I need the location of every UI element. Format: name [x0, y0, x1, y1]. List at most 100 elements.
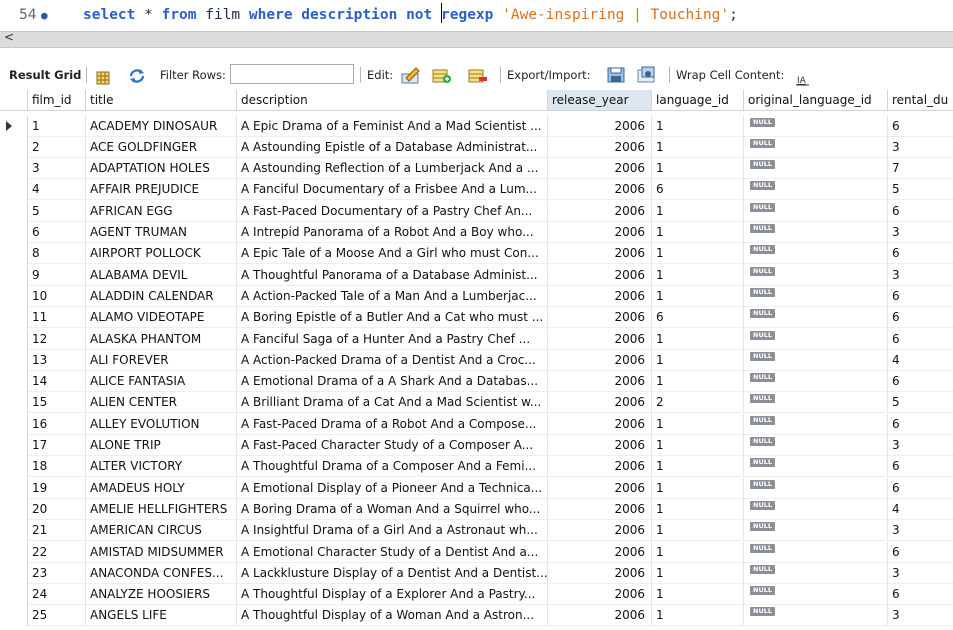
cell-description[interactable]: A Epic Drama of a Feminist And a Mad Sci…	[237, 115, 548, 137]
cell-language-id[interactable]: 1	[652, 456, 744, 478]
cell-release-year[interactable]: 2006	[548, 584, 652, 606]
cell-rental-du[interactable]: 3	[888, 222, 953, 243]
cell-title[interactable]: ALLEY EVOLUTION	[86, 413, 237, 435]
cell-rental-du[interactable]: 6	[888, 456, 953, 478]
row-header[interactable]	[0, 264, 28, 286]
cell-original-language-id[interactable]: NULL	[744, 264, 888, 286]
table-row[interactable]: 25 ANGELS LIFE A Thoughtful Display of a W…	[0, 605, 953, 627]
cell-title[interactable]: ALABAMA DEVIL	[86, 264, 237, 286]
table-row[interactable]: 3 ADAPTATION HOLES A Astounding Reflection…	[0, 158, 953, 180]
cell-description[interactable]: A Thoughtful Panorama of a Database Admi…	[237, 264, 548, 286]
cell-language-id[interactable]: 1	[652, 605, 744, 627]
cell-release-year[interactable]: 2006	[548, 371, 652, 393]
cell-title[interactable]: ALADDIN CALENDAR	[86, 285, 237, 307]
cell-description[interactable]: A Thoughtful Display of a Explorer And a…	[237, 584, 548, 606]
table-row[interactable]: 22 AMISTAD MIDSUMMER A Emotional Character…	[0, 541, 953, 563]
cell-release-year[interactable]: 2006	[548, 392, 652, 414]
cell-title[interactable]: ALIEN CENTER	[86, 392, 237, 414]
cell-title[interactable]: ACE GOLDFINGER	[86, 136, 237, 158]
cell-description[interactable]: A Astounding Epistle of a Database Admin…	[237, 136, 548, 158]
row-header[interactable]	[0, 498, 28, 520]
refresh-icon[interactable]	[128, 67, 146, 83]
cell-release-year[interactable]: 2006	[548, 158, 652, 180]
row-header[interactable]	[0, 605, 28, 627]
cell-film-id[interactable]: 15	[28, 392, 86, 414]
cell-description[interactable]: A Epic Tale of a Moose And a Girl who mu…	[237, 243, 548, 265]
row-header[interactable]	[0, 477, 28, 499]
column-header-title[interactable]: title	[86, 90, 237, 111]
table-row[interactable]: 8 AIRPORT POLLOCK A Epic Tale of a Moose A…	[0, 243, 953, 265]
cell-release-year[interactable]: 2006	[548, 222, 652, 243]
cell-language-id[interactable]: 1	[652, 158, 744, 180]
cell-release-year[interactable]: 2006	[548, 179, 652, 201]
cell-film-id[interactable]: 16	[28, 413, 86, 435]
cell-film-id[interactable]: 1	[28, 115, 86, 137]
table-row[interactable]: 16 ALLEY EVOLUTION A Fast-Paced Drama of a…	[0, 413, 953, 435]
row-header[interactable]	[0, 392, 28, 414]
cell-rental-du[interactable]: 4	[888, 350, 953, 371]
table-row[interactable]: 24 ANALYZE HOOSIERS A Thoughtful Display o…	[0, 584, 953, 606]
cell-rental-du[interactable]: 6	[888, 542, 953, 563]
cell-original-language-id[interactable]: NULL	[744, 541, 888, 563]
cell-description[interactable]: A Boring Epistle of a Butler And a Cat w…	[237, 307, 548, 329]
cell-description[interactable]: A Boring Drama of a Woman And a Squirrel…	[237, 498, 548, 520]
row-header[interactable]	[0, 115, 28, 137]
filter-rows-input[interactable]	[230, 64, 354, 84]
cell-rental-du[interactable]: 6	[888, 243, 953, 265]
table-row[interactable]: 12 ALASKA PHANTOM A Fanciful Saga of a Hun…	[0, 328, 953, 350]
cell-title[interactable]: AIRPORT POLLOCK	[86, 243, 237, 265]
cell-film-id[interactable]: 11	[28, 307, 86, 329]
cell-description[interactable]: A Lackklusture Display of a Dentist And …	[237, 562, 548, 584]
cell-language-id[interactable]: 1	[652, 200, 744, 222]
column-header-rental-du[interactable]: rental_du	[888, 90, 953, 111]
cell-rental-du[interactable]: 7	[888, 158, 953, 180]
cell-language-id[interactable]: 1	[652, 541, 744, 563]
table-row[interactable]: 9 ALABAMA DEVIL A Thoughtful Panorama of a…	[0, 264, 953, 286]
table-row[interactable]: 19 AMADEUS HOLY A Emotional Display of a P…	[0, 477, 953, 499]
cell-film-id[interactable]: 18	[28, 456, 86, 478]
scroll-left-icon[interactable]: <	[4, 30, 14, 44]
cell-title[interactable]: ALICE FANTASIA	[86, 371, 237, 393]
cell-release-year[interactable]: 2006	[548, 541, 652, 563]
cell-language-id[interactable]: 1	[652, 413, 744, 435]
cell-title[interactable]: ALAMO VIDEOTAPE	[86, 307, 237, 329]
cell-release-year[interactable]: 2006	[548, 115, 652, 137]
cell-language-id[interactable]: 1	[652, 285, 744, 307]
cell-film-id[interactable]: 3	[28, 158, 86, 180]
cell-release-year[interactable]: 2006	[548, 136, 652, 158]
cell-film-id[interactable]: 13	[28, 349, 86, 371]
cell-film-id[interactable]: 14	[28, 371, 86, 393]
table-row[interactable]: 11 ALAMO VIDEOTAPE A Boring Epistle of a B…	[0, 307, 953, 329]
delete-row-icon[interactable]	[468, 67, 488, 83]
cell-release-year[interactable]: 2006	[548, 349, 652, 371]
cell-release-year[interactable]: 2006	[548, 413, 652, 435]
cell-description[interactable]: A Action-Packed Tale of a Man And a Lumb…	[237, 285, 548, 307]
cell-film-id[interactable]: 23	[28, 562, 86, 584]
cell-title[interactable]: ANALYZE HOOSIERS	[86, 584, 237, 606]
cell-rental-du[interactable]: 6	[888, 307, 953, 329]
cell-release-year[interactable]: 2006	[548, 285, 652, 307]
cell-title[interactable]: AFRICAN EGG	[86, 200, 237, 222]
cell-language-id[interactable]: 6	[652, 179, 744, 201]
cell-language-id[interactable]: 1	[652, 243, 744, 265]
cell-language-id[interactable]: 1	[652, 115, 744, 137]
export-icon[interactable]	[607, 66, 627, 84]
sql-statement[interactable]: select * from film where description not…	[83, 0, 738, 31]
cell-rental-du[interactable]: 6	[888, 116, 953, 137]
cell-title[interactable]: ALI FOREVER	[86, 349, 237, 371]
table-row[interactable]: 10 ALADDIN CALENDAR A Action-Packed Tale o…	[0, 285, 953, 307]
cell-language-id[interactable]: 1	[652, 222, 744, 243]
cell-title[interactable]: ALASKA PHANTOM	[86, 328, 237, 350]
column-header-release-year[interactable]: release_year	[548, 90, 652, 111]
cell-rental-du[interactable]: 3	[888, 563, 953, 584]
cell-rental-du[interactable]: 6	[888, 371, 953, 393]
sql-editor[interactable]: 54 ● select * from film where descriptio…	[0, 0, 953, 31]
result-grid[interactable]: film_id title description release_year langu…	[0, 90, 953, 630]
row-header[interactable]	[0, 243, 28, 265]
cell-description[interactable]: A Thoughtful Drama of a Composer And a F…	[237, 456, 548, 478]
cell-description[interactable]: A Fast-Paced Drama of a Robot And a Comp…	[237, 413, 548, 435]
cell-original-language-id[interactable]: NULL	[744, 435, 888, 456]
cell-description[interactable]: A Fast-Paced Character Study of a Compos…	[237, 435, 548, 456]
cell-original-language-id[interactable]: NULL	[744, 349, 888, 371]
cell-original-language-id[interactable]: NULL	[744, 605, 888, 627]
